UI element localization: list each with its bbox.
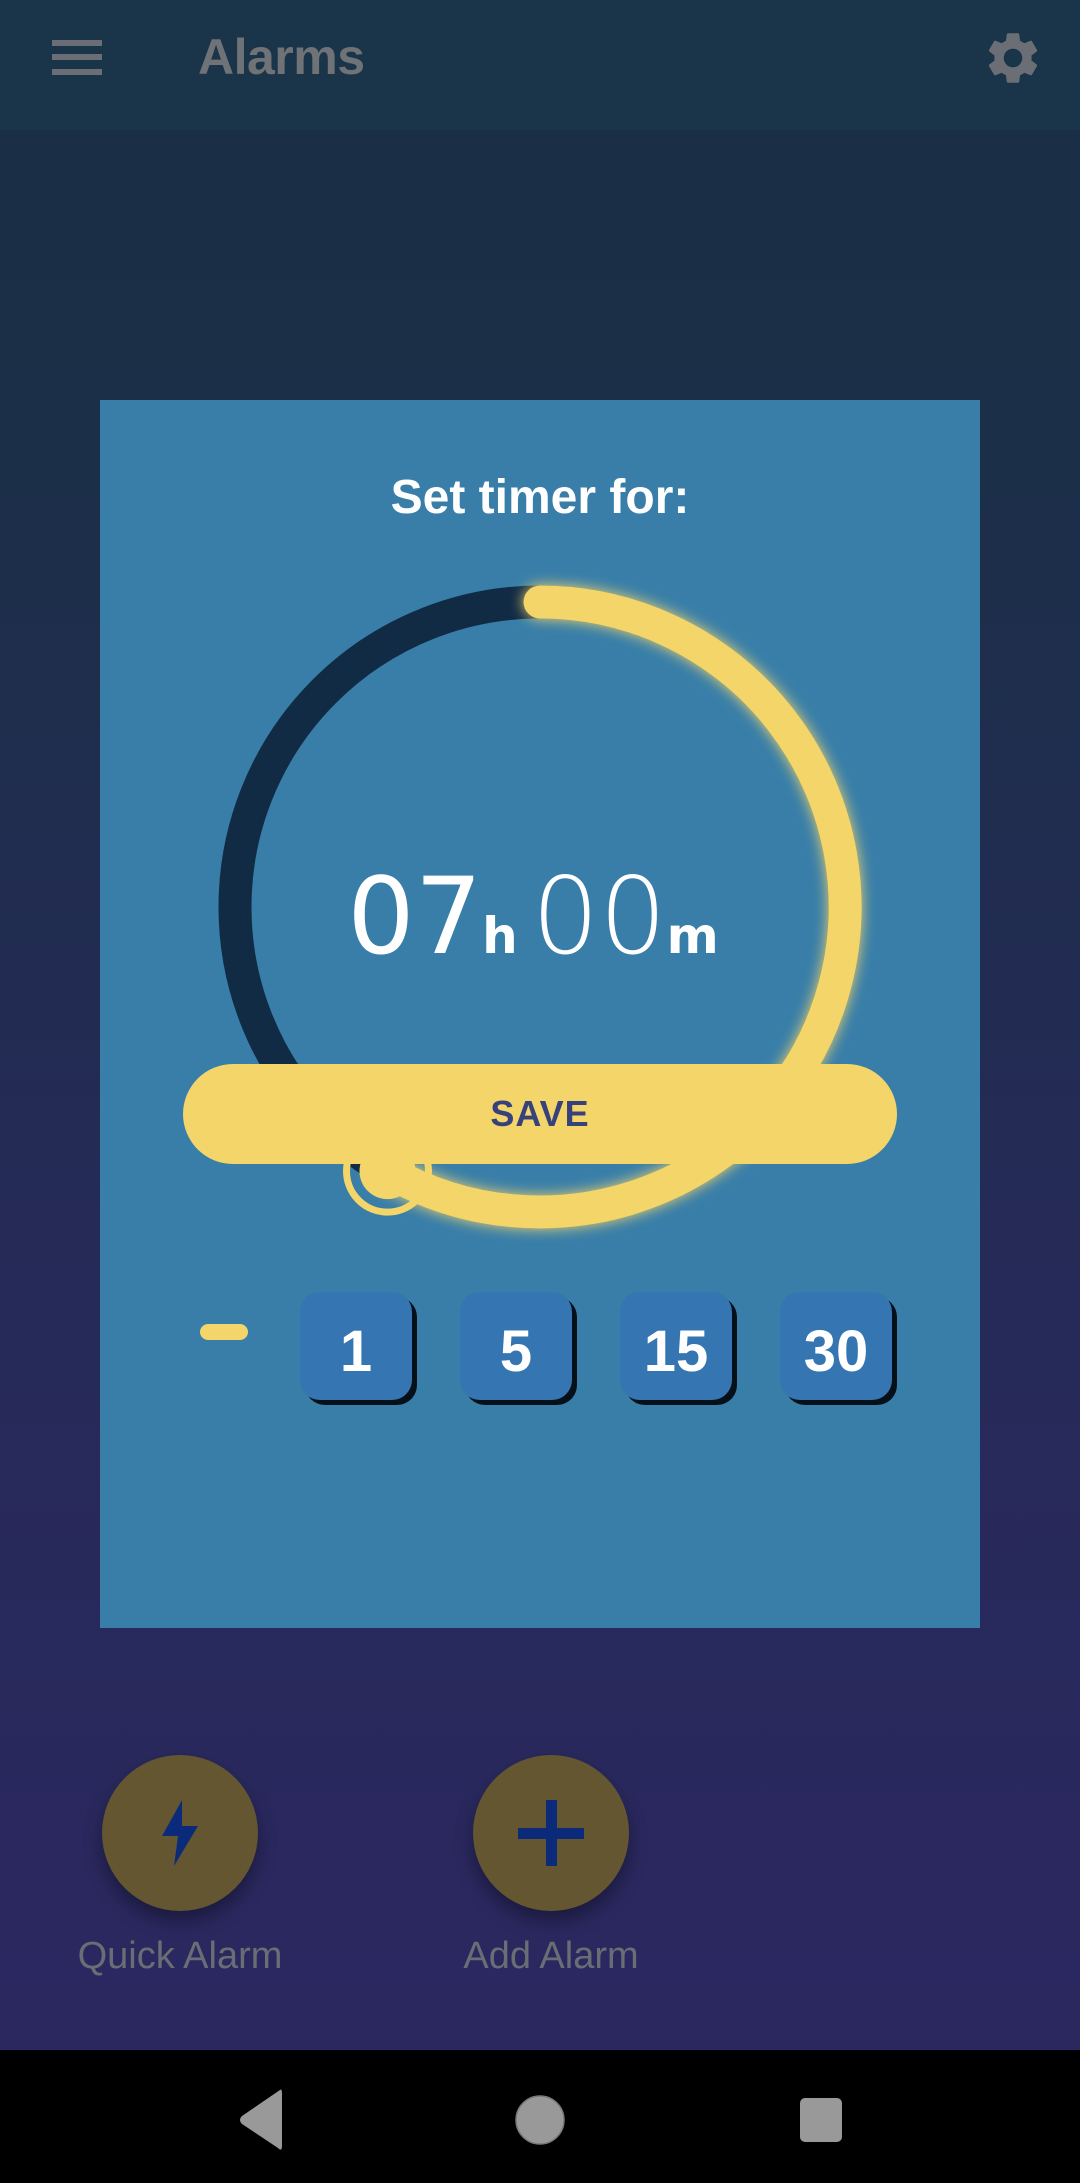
increment-5-button[interactable]: 5 <box>460 1292 572 1400</box>
lightning-bolt-icon <box>162 1800 198 1866</box>
increment-30-button[interactable]: 30 <box>780 1292 892 1400</box>
home-button[interactable] <box>500 2080 580 2160</box>
quick-alarm-action: Quick Alarm <box>60 1755 300 1978</box>
add-alarm-label: Add Alarm <box>463 1935 639 1977</box>
back-triangle-icon <box>240 2089 282 2150</box>
back-button[interactable] <box>220 2080 300 2160</box>
add-alarm-button[interactable] <box>473 1755 629 1911</box>
hamburger-menu-icon <box>52 40 102 46</box>
home-circle-icon <box>515 2095 565 2145</box>
recents-button[interactable] <box>780 2080 860 2160</box>
minutes-unit: m <box>666 907 719 965</box>
minutes-value: 00 <box>531 855 667 978</box>
page-title: Alarms <box>198 29 365 85</box>
hours-value: 07 <box>347 855 483 978</box>
minus-icon[interactable] <box>200 1324 248 1340</box>
quick-alarm-label: Quick Alarm <box>77 1935 283 1977</box>
recents-square-icon <box>800 2098 842 2142</box>
quick-alarm-button[interactable] <box>102 1755 258 1911</box>
system-nav-bar <box>0 2050 1080 2183</box>
increment-buttons: 1 5 15 30 <box>100 1280 980 1400</box>
save-button[interactable]: SAVE <box>183 1064 897 1164</box>
settings-button[interactable] <box>982 27 1044 89</box>
add-alarm-action: Add Alarm <box>431 1755 671 1978</box>
time-readout: 07h 00m <box>100 855 980 978</box>
set-timer-dialog: Set timer for: 07h 00m 1 5 15 30 SAVE <box>100 400 980 1628</box>
timer-dial[interactable] <box>100 400 980 1628</box>
menu-button[interactable] <box>50 38 104 78</box>
hamburger-menu-icon-bar <box>52 69 102 75</box>
increment-15-button[interactable]: 15 <box>620 1292 732 1400</box>
plus-icon <box>518 1800 584 1866</box>
hours-unit: h <box>482 907 518 965</box>
increment-1-button[interactable]: 1 <box>300 1292 412 1400</box>
gear-icon <box>988 33 1038 83</box>
app-bar: Alarms <box>0 0 1080 130</box>
hamburger-menu-icon-bar <box>52 54 102 60</box>
